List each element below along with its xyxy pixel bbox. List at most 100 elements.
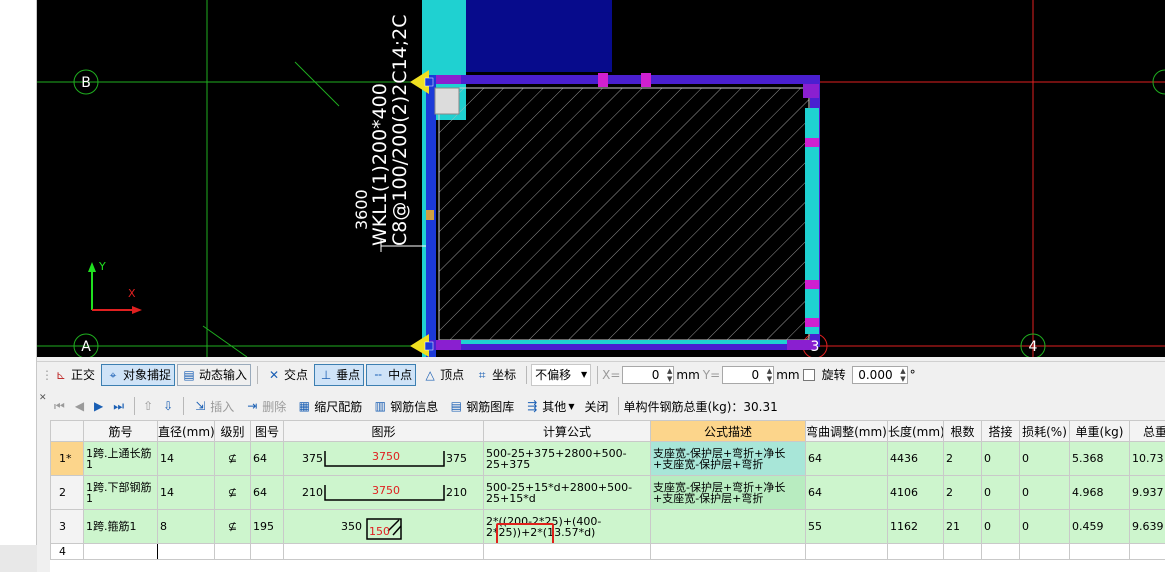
count-cell[interactable]: [943, 543, 982, 560]
table-row[interactable]: 1* 1跨.上通长筋1 14 ⊈ 64 375 3750 375 500-25+…: [50, 441, 1165, 476]
figure-no-cell[interactable]: 64: [250, 441, 284, 476]
unit-weight-cell[interactable]: 5.368: [1069, 441, 1130, 476]
rebar-info-button[interactable]: ▥ 钢筋信息: [368, 395, 442, 417]
col-header-shape[interactable]: 图形: [283, 420, 484, 442]
diameter-cell[interactable]: 14: [157, 475, 215, 510]
shape-cell[interactable]: 350 150: [283, 509, 484, 544]
total-weight-cell[interactable]: 10.73: [1129, 441, 1165, 476]
coordinate-snap-button[interactable]: ⌗ 坐标: [470, 364, 520, 386]
col-header-unit-weight[interactable]: 单重(kg): [1069, 420, 1130, 442]
formula-desc-cell[interactable]: 支座宽-保护层+弯折+净长+支座宽-保护层+弯折: [650, 475, 806, 510]
bar-no-cell[interactable]: 1跨.箍筋1: [83, 509, 158, 544]
total-weight-cell[interactable]: 9.937: [1129, 475, 1165, 510]
col-header-lap[interactable]: 搭接: [981, 420, 1020, 442]
loss-cell[interactable]: [1019, 543, 1070, 560]
grade-cell[interactable]: ⊈: [214, 441, 251, 476]
col-header-diameter[interactable]: 直径(mm): [157, 420, 215, 442]
loss-cell[interactable]: 0: [1019, 475, 1070, 510]
unit-weight-cell[interactable]: 0.459: [1069, 509, 1130, 544]
move-up-icon[interactable]: ⇧: [139, 395, 157, 417]
table-row[interactable]: 2 1跨.下部钢筋1 14 ⊈ 64 210 3750 210 500-25+1…: [50, 475, 1165, 510]
grade-cell[interactable]: ⊈: [214, 509, 251, 544]
last-record-icon[interactable]: ⏭: [109, 395, 128, 417]
rotate-checkbox[interactable]: [802, 368, 815, 381]
insert-button[interactable]: ⇲ 插入: [188, 395, 238, 417]
delete-button[interactable]: ⇥ 删除: [240, 395, 290, 417]
col-header-length[interactable]: 长度(mm): [887, 420, 944, 442]
count-cell[interactable]: 2: [943, 475, 982, 510]
shape-cell[interactable]: 375 3750 375: [283, 441, 484, 476]
bend-adjust-cell[interactable]: 64: [805, 475, 888, 510]
col-header-bar-no[interactable]: 筋号: [83, 420, 158, 442]
intersection-snap-button[interactable]: ✕ 交点: [262, 364, 312, 386]
figure-no-cell[interactable]: 64: [250, 475, 284, 510]
loss-cell[interactable]: 0: [1019, 441, 1070, 476]
formula-desc-cell[interactable]: [650, 509, 806, 544]
figure-no-cell[interactable]: 195: [250, 509, 284, 544]
length-cell[interactable]: 4106: [887, 475, 944, 510]
next-record-icon[interactable]: ▶: [90, 395, 107, 417]
unit-weight-cell[interactable]: 4.968: [1069, 475, 1130, 510]
lap-cell[interactable]: 0: [981, 509, 1020, 544]
bar-no-cell[interactable]: [83, 543, 158, 560]
rebar-library-button[interactable]: ▤ 钢筋图库: [444, 395, 518, 417]
formula-cell[interactable]: 500-25+15*d+2800+500-25+15*d: [483, 475, 651, 510]
dynamic-input-button[interactable]: ▤ 动态输入: [177, 363, 252, 386]
length-cell[interactable]: 4436: [887, 441, 944, 476]
formula-desc-cell[interactable]: 支座宽-保护层+弯折+净长+支座宽-保护层+弯折: [650, 441, 806, 476]
scale-rebar-button[interactable]: ▦ 缩尺配筋: [292, 395, 366, 417]
figure-no-cell[interactable]: [250, 543, 284, 560]
bar-no-cell[interactable]: 1跨.上通长筋1: [83, 441, 158, 476]
y-input[interactable]: 0 ▲ ▼: [722, 365, 775, 384]
diameter-cell[interactable]: 14: [157, 441, 215, 476]
row-number[interactable]: 2: [50, 475, 84, 510]
row-number[interactable]: 4: [50, 543, 84, 560]
spinner-icon[interactable]: ▲ ▼: [667, 367, 672, 383]
panel-close-icon[interactable]: ✕: [39, 393, 47, 403]
spinner-icon[interactable]: ▲ ▼: [900, 367, 905, 383]
formula-desc-cell[interactable]: [650, 543, 806, 560]
vertex-snap-button[interactable]: △ 顶点: [418, 364, 468, 386]
bend-adjust-cell[interactable]: 64: [805, 441, 888, 476]
bend-adjust-cell[interactable]: [805, 543, 888, 560]
midpoint-snap-button[interactable]: ╌ 中点: [366, 363, 417, 386]
count-cell[interactable]: 21: [943, 509, 982, 544]
object-snap-button[interactable]: ⌖ 对象捕捉: [101, 363, 176, 386]
close-button[interactable]: 关闭: [580, 395, 612, 417]
row-number[interactable]: 3: [50, 509, 84, 544]
formula-cell[interactable]: 500-25+375+2800+500-25+375: [483, 441, 651, 476]
x-input[interactable]: 0 ▲ ▼: [622, 365, 675, 384]
col-header-total-weight[interactable]: 总重: [1129, 420, 1165, 442]
row-number[interactable]: 1*: [50, 441, 84, 476]
move-down-icon[interactable]: ⇩: [159, 395, 177, 417]
rotate-input[interactable]: 0.000 ▲ ▼: [851, 365, 908, 384]
ortho-button[interactable]: ⊾ 正交: [49, 364, 99, 386]
col-header-loss[interactable]: 损耗(%): [1019, 420, 1070, 442]
table-row[interactable]: 3 1跨.箍筋1 8 ⊈ 195 350 150 2*((200-2*25)+(…: [50, 509, 1165, 544]
total-weight-cell[interactable]: 9.639: [1129, 509, 1165, 544]
col-header-bend-adjust[interactable]: 弯曲调整(mm): [805, 420, 888, 442]
col-header-grade[interactable]: 级别: [214, 420, 251, 442]
offset-mode-select[interactable]: 不偏移 ▼: [531, 363, 592, 386]
col-header-count[interactable]: 根数: [943, 420, 982, 442]
diameter-cell[interactable]: 8: [157, 509, 215, 544]
other-menu-button[interactable]: ⇶ 其他 ▼: [520, 395, 578, 417]
formula-cell[interactable]: [483, 543, 651, 560]
unit-weight-cell[interactable]: [1069, 543, 1130, 560]
lap-cell[interactable]: [981, 543, 1020, 560]
lap-cell[interactable]: 0: [981, 475, 1020, 510]
formula-cell[interactable]: 2*((200-2*25)+(400-2*25))+2*(13.57*d): [483, 509, 651, 544]
length-cell[interactable]: 1162: [887, 509, 944, 544]
grade-cell[interactable]: ⊈: [214, 475, 251, 510]
perpendicular-snap-button[interactable]: ⊥ 垂点: [314, 363, 365, 386]
col-header-figure-no[interactable]: 图号: [250, 420, 284, 442]
bend-adjust-cell[interactable]: 55: [805, 509, 888, 544]
length-cell[interactable]: [887, 543, 944, 560]
diameter-cell[interactable]: [157, 543, 215, 560]
spinner-icon[interactable]: ▲ ▼: [767, 367, 772, 383]
shape-cell[interactable]: [283, 543, 484, 560]
prev-record-icon[interactable]: ◀: [71, 395, 88, 417]
shape-cell[interactable]: 210 3750 210: [283, 475, 484, 510]
col-header-formula-desc[interactable]: 公式描述: [650, 420, 806, 442]
col-header-formula[interactable]: 计算公式: [483, 420, 651, 442]
